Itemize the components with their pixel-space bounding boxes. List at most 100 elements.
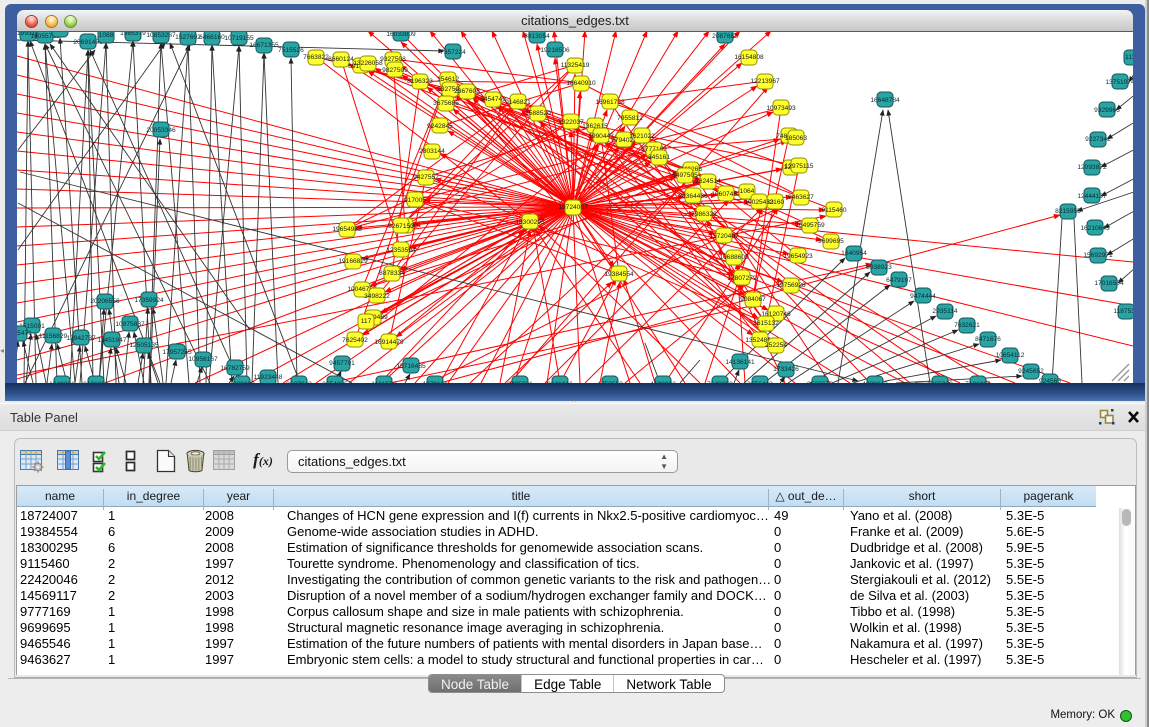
svg-text:8495931: 8495931 [507, 381, 533, 383]
svg-text:14136141: 14136141 [725, 359, 755, 366]
svg-text:1640954: 1640954 [841, 250, 867, 257]
svg-text:7101226: 7101226 [965, 381, 991, 383]
svg-text:12213967: 12213967 [750, 78, 780, 85]
svg-text:16914479: 16914479 [374, 339, 404, 346]
svg-text:8471676: 8471676 [975, 336, 1001, 343]
svg-text:10607487: 10607487 [711, 191, 741, 198]
svg-text:8660124: 8660124 [328, 56, 354, 63]
svg-text:16033809: 16033809 [386, 32, 416, 38]
svg-text:10958167: 10958167 [188, 356, 218, 363]
svg-text:9146821: 9146821 [505, 99, 531, 106]
svg-text:16648784: 16648784 [870, 97, 900, 104]
svg-text:7515526: 7515526 [278, 47, 304, 54]
svg-text:9227342: 9227342 [1085, 136, 1111, 143]
svg-text:9537672: 9537672 [807, 381, 833, 383]
svg-text:20053346: 20053346 [146, 127, 176, 134]
svg-text:15692971: 15692971 [1083, 252, 1113, 259]
svg-text:9474444: 9474444 [910, 293, 936, 300]
svg-text:9245652: 9245652 [1018, 368, 1044, 375]
svg-text:12942737: 12942737 [66, 335, 96, 342]
svg-text:8454749: 8454749 [480, 96, 506, 103]
svg-text:2367608: 2367608 [454, 88, 480, 95]
svg-text:3389083: 3389083 [229, 381, 255, 383]
svg-text:11451947: 11451947 [98, 337, 127, 344]
svg-text:9427552: 9427552 [413, 174, 439, 181]
svg-text:9242845: 9242845 [427, 123, 453, 130]
svg-text:2935114: 2935114 [932, 308, 958, 315]
svg-text:7625402: 7625402 [342, 337, 368, 344]
svg-text:117: 117 [361, 318, 372, 325]
svg-text:1615132: 1615132 [753, 320, 779, 327]
svg-text:11325419: 11325419 [561, 62, 590, 69]
svg-text:1187530: 1187530 [1113, 308, 1133, 315]
svg-text:252254: 252254 [765, 342, 787, 349]
svg-text:16782759: 16782759 [220, 365, 250, 372]
svg-text:17016504: 17016504 [1094, 280, 1124, 287]
svg-text:12093872: 12093872 [1077, 164, 1107, 171]
svg-text:9457791: 9457791 [329, 360, 355, 367]
svg-text:8637940: 8637940 [286, 381, 312, 383]
svg-text:7663822: 7663822 [303, 54, 329, 61]
svg-text:19218506: 19218506 [540, 47, 570, 54]
svg-text:4752553: 4752553 [597, 381, 623, 383]
svg-text:8813054: 8813054 [524, 33, 550, 40]
svg-text:345161: 345161 [648, 154, 670, 161]
svg-text:8878334: 8878334 [379, 270, 405, 277]
svg-text:19384554: 19384554 [604, 271, 634, 278]
svg-text:0341316: 0341316 [547, 381, 573, 383]
svg-text:6479197: 6479197 [886, 277, 912, 284]
svg-text:9463627: 9463627 [788, 194, 814, 201]
svg-text:10853287: 10853287 [146, 32, 176, 39]
svg-text:8938923: 8938923 [866, 264, 892, 271]
svg-text:1733426: 1733426 [773, 366, 799, 373]
svg-text:16154808: 16154808 [734, 54, 764, 61]
svg-text:4192832: 4192832 [650, 381, 676, 383]
svg-text:16210643: 16210643 [1080, 225, 1110, 232]
svg-text:9699695: 9699695 [818, 238, 844, 245]
svg-text:11923448: 11923448 [254, 374, 283, 381]
svg-text:12444197: 12444197 [1077, 193, 1107, 200]
svg-text:10025433: 10025433 [744, 199, 774, 206]
svg-text:19166829: 19166829 [338, 258, 368, 265]
svg-text:3915471: 3915471 [17, 330, 32, 337]
svg-text:7632621: 7632621 [954, 322, 980, 329]
svg-text:18640910: 18640910 [566, 80, 596, 87]
svg-text:16671355: 16671355 [249, 42, 279, 49]
svg-text:8215955: 8215955 [1055, 208, 1081, 215]
svg-text:1527602: 1527602 [175, 34, 201, 41]
svg-text:1588520: 1588520 [525, 110, 551, 117]
svg-text:6965328: 6965328 [927, 381, 953, 383]
svg-text:9329966: 9329966 [1094, 107, 1120, 114]
svg-text:1064: 1064 [740, 188, 755, 195]
svg-text:18724007: 18724007 [558, 204, 588, 211]
svg-text:3675685: 3675685 [433, 100, 459, 107]
svg-text:1043321: 1043321 [49, 381, 75, 383]
svg-text:18807279: 18807279 [727, 275, 757, 282]
svg-text:2654235: 2654235 [322, 381, 348, 383]
svg-text:12505135: 12505135 [129, 342, 159, 349]
svg-text:16495759: 16495759 [795, 222, 825, 229]
svg-text:185063: 185063 [785, 135, 807, 142]
svg-text:18300295: 18300295 [515, 219, 545, 226]
svg-text:15720407: 15720407 [709, 233, 739, 240]
svg-text:63018: 63018 [51, 32, 70, 34]
svg-text:17359924: 17359924 [134, 297, 164, 304]
svg-text:7357224: 7357224 [440, 49, 466, 56]
svg-text:10975887: 10975887 [115, 321, 145, 328]
svg-text:917006: 917006 [404, 197, 426, 204]
svg-text:4078161: 4078161 [422, 381, 448, 383]
svg-text:19654982: 19654982 [332, 226, 362, 233]
svg-text:8267150: 8267150 [388, 223, 414, 230]
svg-text:9084067: 9084067 [740, 296, 766, 303]
svg-text:12975115: 12975115 [785, 163, 814, 170]
svg-text:19756928: 19756928 [776, 282, 806, 289]
svg-text:20206556: 20206556 [90, 298, 120, 305]
svg-text:10688609: 10688609 [719, 254, 749, 261]
svg-text:2087682: 2087682 [712, 33, 738, 40]
svg-text:9115460: 9115460 [821, 207, 847, 214]
svg-text:19654923: 19654923 [783, 253, 813, 260]
svg-text:13751074: 13751074 [1105, 79, 1133, 86]
svg-text:17957255: 17957255 [162, 349, 192, 356]
svg-text:1985379: 1985379 [120, 32, 146, 37]
svg-text:3498222: 3498222 [364, 293, 390, 300]
